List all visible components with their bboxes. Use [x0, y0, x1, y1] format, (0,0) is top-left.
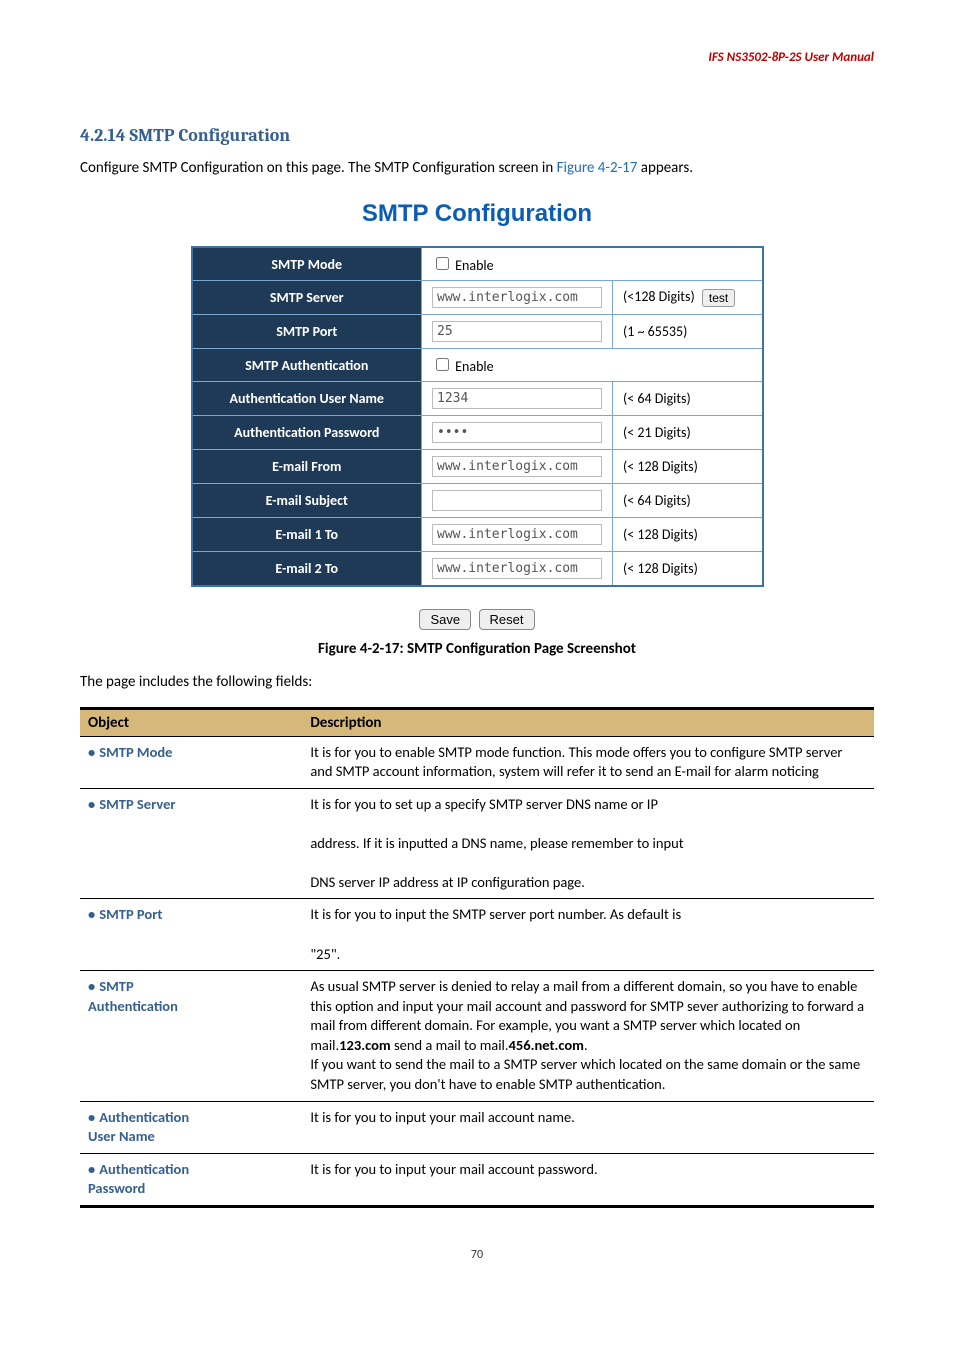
- desc-head-object: Object: [80, 708, 302, 736]
- obj-label: SMTPAuthentication: [88, 977, 178, 1015]
- email1-to-limit: (< 128 Digits): [613, 518, 763, 552]
- obj-desc: It is for you to input the SMTP server p…: [302, 899, 874, 971]
- intro-before: Configure SMTP Configuration on this pag…: [80, 159, 557, 177]
- label-email1-to: E-mail 1 To: [192, 518, 422, 552]
- desc-row: •SMTP Server It is for you to set up a s…: [80, 788, 874, 899]
- row-auth-user: Authentication User Name (< 64 Digits): [192, 382, 763, 416]
- obj-label: SMTP Mode: [99, 743, 172, 761]
- description-table: Object Description •SMTP Mode It is for …: [80, 707, 874, 1208]
- caption-prefix: Figure 4-2-17: [318, 640, 399, 658]
- label-email-from: E-mail From: [192, 450, 422, 484]
- label-smtp-port: SMTP Port: [192, 315, 422, 349]
- label-smtp-server: SMTP Server: [192, 281, 422, 315]
- obj-desc: It is for you to input your mail account…: [302, 1101, 874, 1153]
- auth-pass-input[interactable]: [432, 422, 602, 443]
- desc-row: •SMTP Mode It is for you to enable SMTP …: [80, 736, 874, 788]
- reset-button[interactable]: Reset: [479, 609, 535, 630]
- bullet-icon: •: [88, 795, 95, 813]
- obj-desc: As usual SMTP server is denied to relay …: [302, 971, 874, 1101]
- row-email1-to: E-mail 1 To (< 128 Digits): [192, 518, 763, 552]
- bullet-icon: •: [88, 905, 95, 923]
- auth-pass-limit: (< 21 Digits): [613, 416, 763, 450]
- email-from-limit: (< 128 Digits): [613, 450, 763, 484]
- smtp-auth-checkbox-label: Enable: [455, 358, 493, 375]
- label-smtp-mode: SMTP Mode: [192, 247, 422, 281]
- label-email-subject: E-mail Subject: [192, 484, 422, 518]
- email1-to-input[interactable]: [432, 524, 602, 545]
- label-email2-to: E-mail 2 To: [192, 552, 422, 587]
- bullet-icon: •: [88, 977, 95, 995]
- caption-rest: : SMTP Configuration Page Screenshot: [399, 640, 636, 658]
- smtp-mode-checkbox[interactable]: [436, 257, 449, 270]
- label-auth-pass: Authentication Password: [192, 416, 422, 450]
- auth-user-input[interactable]: [432, 388, 602, 409]
- page-number: 70: [80, 1248, 874, 1262]
- row-email-from: E-mail From (< 128 Digits): [192, 450, 763, 484]
- bullet-icon: •: [88, 1108, 95, 1126]
- smtp-port-limit: (1 ~ 65535): [613, 315, 763, 349]
- row-smtp-port: SMTP Port (1 ~ 65535): [192, 315, 763, 349]
- obj-label: AuthenticationUser Name: [88, 1108, 189, 1146]
- smtp-port-input[interactable]: [432, 321, 602, 342]
- intro-paragraph: Configure SMTP Configuration on this pag…: [80, 158, 874, 178]
- row-email-subject: E-mail Subject (< 64 Digits): [192, 484, 763, 518]
- desc-row: •AuthenticationPassword It is for you to…: [80, 1153, 874, 1206]
- obj-label: SMTP Server: [99, 795, 175, 813]
- smtp-config-title: SMTP Configuration: [80, 200, 874, 228]
- obj-label: SMTP Port: [99, 905, 162, 923]
- intro-after: appears.: [637, 159, 693, 177]
- button-row: Save Reset: [80, 609, 874, 630]
- email-subject-limit: (< 64 Digits): [613, 484, 763, 518]
- smtp-mode-checkbox-label: Enable: [455, 257, 493, 274]
- desc-row: •SMTP Port It is for you to input the SM…: [80, 899, 874, 971]
- obj-desc: It is for you to enable SMTP mode functi…: [302, 736, 874, 788]
- email-from-input[interactable]: [432, 456, 602, 477]
- figure-caption: Figure 4-2-17: SMTP Configuration Page S…: [80, 640, 874, 658]
- page-header: IFS NS3502-8P-2S User Manual: [80, 50, 874, 65]
- smtp-mode-toggle[interactable]: Enable: [432, 257, 494, 274]
- test-button[interactable]: test: [702, 289, 735, 307]
- row-smtp-server: SMTP Server (<128 Digits) test: [192, 281, 763, 315]
- section-number: 4.2.14: [80, 125, 126, 146]
- row-smtp-mode: SMTP Mode Enable: [192, 247, 763, 281]
- figure-reference-link: Figure 4-2-17: [557, 159, 638, 177]
- smtp-auth-toggle[interactable]: Enable: [432, 358, 494, 375]
- smtp-form-table: SMTP Mode Enable SMTP Server (<128 Digit…: [191, 246, 764, 587]
- row-auth-pass: Authentication Password (< 21 Digits): [192, 416, 763, 450]
- desc-row: •SMTPAuthentication As usual SMTP server…: [80, 971, 874, 1101]
- row-email2-to: E-mail 2 To (< 128 Digits): [192, 552, 763, 587]
- section-title: SMTP Configuration: [130, 125, 291, 146]
- smtp-auth-checkbox[interactable]: [436, 358, 449, 371]
- smtp-server-input[interactable]: [432, 287, 602, 308]
- obj-desc: It is for you to input your mail account…: [302, 1153, 874, 1206]
- email2-to-input[interactable]: [432, 558, 602, 579]
- obj-label: AuthenticationPassword: [88, 1160, 189, 1198]
- smtp-server-limit: (<128 Digits): [623, 288, 695, 305]
- label-smtp-auth: SMTP Authentication: [192, 349, 422, 382]
- bullet-icon: •: [88, 1160, 95, 1178]
- obj-desc: It is for you to set up a specify SMTP s…: [302, 788, 874, 899]
- label-auth-user: Authentication User Name: [192, 382, 422, 416]
- bullet-icon: •: [88, 743, 95, 761]
- save-button[interactable]: Save: [419, 609, 471, 630]
- auth-user-limit: (< 64 Digits): [613, 382, 763, 416]
- email-subject-input[interactable]: [432, 490, 602, 511]
- section-heading: 4.2.14 SMTP Configuration: [80, 125, 874, 146]
- desc-row: •AuthenticationUser Name It is for you t…: [80, 1101, 874, 1153]
- desc-head-description: Description: [302, 708, 874, 736]
- desc-header-row: Object Description: [80, 708, 874, 736]
- email2-to-limit: (< 128 Digits): [613, 552, 763, 587]
- row-smtp-auth: SMTP Authentication Enable: [192, 349, 763, 382]
- fields-intro: The page includes the following fields:: [80, 672, 874, 692]
